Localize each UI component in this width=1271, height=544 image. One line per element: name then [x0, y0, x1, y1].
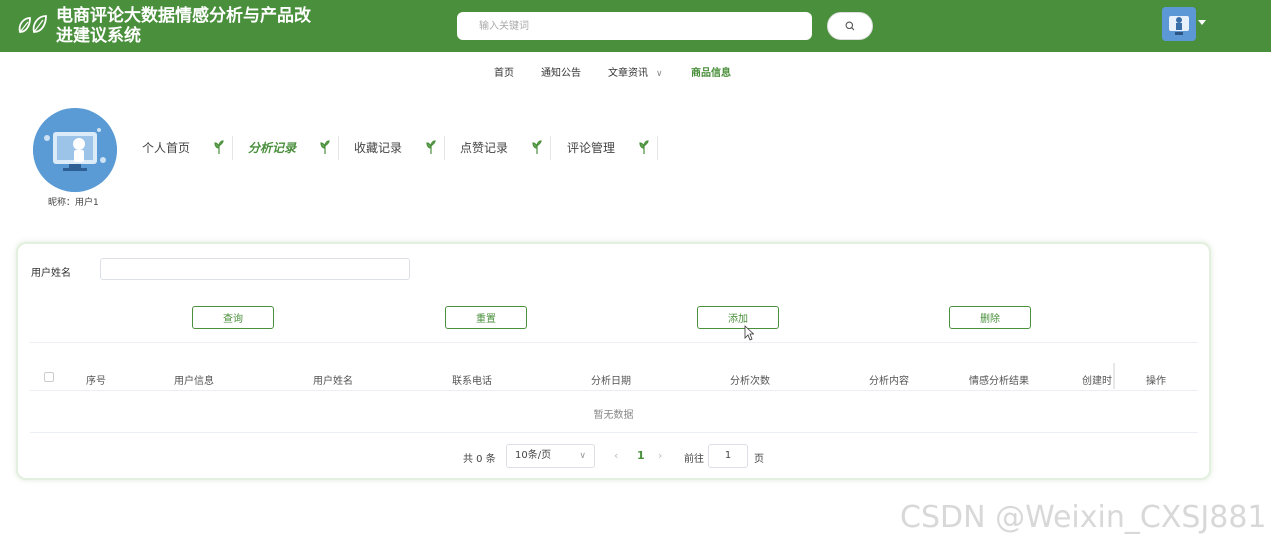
table-header-divider — [30, 390, 1198, 391]
empty-table-message: 暂无数据 — [593, 410, 634, 421]
tab-divider — [657, 136, 658, 160]
sprout-icon — [214, 140, 224, 154]
tab-analysis-records[interactable]: 分析记录 — [248, 136, 296, 160]
column-header-user-info: 用户信息 — [174, 376, 214, 387]
column-header-analysis-count: 分析次数 — [730, 376, 770, 387]
divider — [30, 342, 1198, 343]
sprout-icon — [532, 140, 542, 154]
chevron-down-icon: ∨ — [579, 451, 586, 461]
watermark-text: CSDN @Weixin_CXSJ881 — [900, 500, 1267, 535]
tab-personal-home[interactable]: 个人首页 — [142, 136, 190, 160]
sprout-icon — [639, 140, 649, 154]
column-header-actions: 操作 — [1146, 376, 1166, 387]
pagination-total: 共 0 条 — [463, 454, 496, 465]
add-button[interactable]: 添加 — [697, 306, 779, 329]
tab-comment-management[interactable]: 评论管理 — [567, 136, 615, 160]
tab-favorites[interactable]: 收藏记录 — [354, 136, 402, 160]
table-bottom-divider — [30, 432, 1198, 433]
column-header-analysis-date: 分析日期 — [591, 376, 631, 387]
query-button[interactable]: 查询 — [192, 306, 274, 329]
nickname-label: 昵称：用户1 — [48, 198, 99, 208]
robot-illustration-icon — [33, 108, 117, 192]
profile-avatar — [33, 108, 117, 192]
goto-label: 前往 — [684, 454, 704, 465]
tab-divider — [232, 136, 233, 160]
caret-down-icon[interactable] — [1198, 20, 1206, 25]
page-number-current[interactable]: 1 — [637, 449, 645, 462]
column-header-analysis-content: 分析内容 — [869, 376, 909, 387]
tab-divider — [444, 136, 445, 160]
search-button[interactable] — [827, 12, 873, 40]
column-header-index: 序号 — [86, 376, 106, 387]
top-header: 电商评论大数据情感分析与产品改进建议系统 — [0, 0, 1271, 52]
search-input[interactable] — [457, 12, 812, 40]
page-suffix-label: 页 — [754, 454, 764, 465]
column-scroll-edge — [1113, 363, 1115, 389]
nav-item-articles-label: 文章资讯 — [608, 68, 648, 79]
next-page-button[interactable]: › — [658, 449, 662, 462]
prev-page-button[interactable]: ‹ — [614, 449, 618, 462]
page-size-value: 10条/页 — [515, 450, 552, 461]
records-card: 用户姓名 查询 重置 添加 删除 序号 用户信息 用户姓名 联系电话 分析日期 … — [16, 242, 1211, 480]
nav-item-notices[interactable]: 通知公告 — [541, 64, 581, 79]
delete-button[interactable]: 删除 — [949, 306, 1031, 329]
tab-divider — [338, 136, 339, 160]
search-icon — [845, 21, 855, 31]
reset-button[interactable]: 重置 — [445, 306, 527, 329]
nav-item-home[interactable]: 首页 — [494, 64, 514, 79]
mouse-cursor-icon — [744, 325, 754, 341]
column-header-user-name: 用户姓名 — [313, 376, 353, 387]
robot-avatar-icon — [1162, 7, 1196, 41]
user-name-label: 用户姓名 — [31, 268, 71, 279]
chevron-down-icon: ∨ — [656, 69, 663, 79]
column-header-sentiment-result: 情感分析结果 — [969, 376, 1029, 387]
column-header-created-at: 创建时 — [1082, 376, 1112, 387]
nav-item-products[interactable]: 商品信息 — [691, 64, 731, 79]
tab-divider — [550, 136, 551, 160]
select-all-checkbox[interactable] — [44, 372, 54, 382]
sprout-icon — [320, 140, 330, 154]
goto-page-input[interactable]: 1 — [708, 444, 748, 468]
main-nav: 首页 通知公告 文章资讯 ∨ 商品信息 — [0, 64, 1271, 80]
leaf-logo-icon — [18, 15, 47, 33]
nav-item-articles[interactable]: 文章资讯 ∨ — [608, 64, 663, 79]
user-avatar-button[interactable] — [1162, 7, 1196, 41]
page-size-select[interactable]: 10条/页 ∨ — [506, 444, 595, 468]
column-header-phone: 联系电话 — [452, 376, 492, 387]
tab-likes[interactable]: 点赞记录 — [460, 136, 508, 160]
sprout-icon — [426, 140, 436, 154]
user-name-input[interactable] — [100, 258, 410, 280]
app-title: 电商评论大数据情感分析与产品改进建议系统 — [56, 6, 311, 46]
